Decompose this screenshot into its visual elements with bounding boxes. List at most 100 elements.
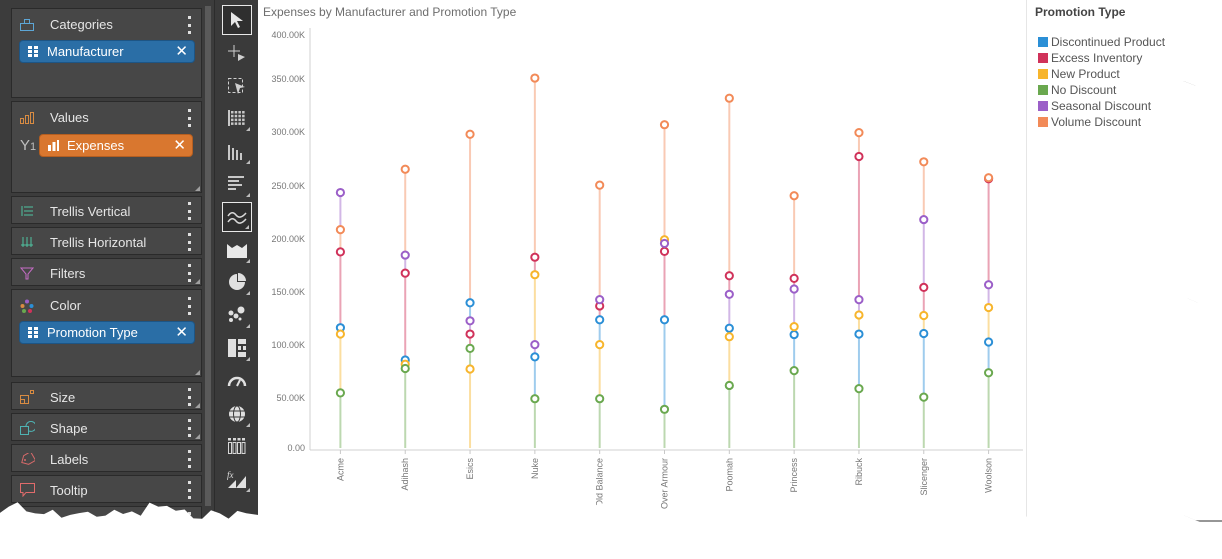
field-chip-expenses[interactable]: Expenses ✕ bbox=[39, 134, 193, 157]
data-point-no-discount[interactable] bbox=[595, 394, 605, 404]
field-chip-promotion-type[interactable]: Promotion Type ✕ bbox=[19, 321, 195, 344]
well-trellis-vertical[interactable]: Trellis Vertical bbox=[11, 196, 202, 224]
remove-field-icon[interactable]: ✕ bbox=[173, 137, 186, 154]
data-point-volume-discount[interactable] bbox=[400, 164, 410, 174]
data-point-excess-inventory[interactable] bbox=[789, 273, 799, 283]
more-options-icon[interactable] bbox=[186, 109, 192, 127]
data-point-volume-discount[interactable] bbox=[919, 157, 929, 167]
data-point-seasonal-discount[interactable] bbox=[335, 187, 346, 198]
data-point-excess-inventory[interactable] bbox=[919, 282, 929, 293]
data-point-no-discount[interactable] bbox=[530, 394, 540, 404]
data-point-volume-discount[interactable] bbox=[335, 225, 346, 235]
data-point-seasonal-discount[interactable] bbox=[724, 289, 734, 299]
treemap-chart-button[interactable] bbox=[222, 333, 252, 363]
fields-scrollbar-thumb[interactable] bbox=[205, 6, 211, 506]
remove-field-icon[interactable]: ✕ bbox=[175, 43, 188, 60]
select-button[interactable] bbox=[222, 5, 252, 35]
data-point-excess-inventory[interactable] bbox=[465, 329, 475, 339]
more-options-icon[interactable] bbox=[186, 419, 192, 437]
gauge-chart-button[interactable] bbox=[222, 366, 252, 396]
scatter-chart-button[interactable] bbox=[222, 300, 252, 330]
data-point-new-product[interactable] bbox=[983, 302, 994, 313]
data-point-excess-inventory[interactable] bbox=[724, 271, 734, 281]
data-point-no-discount[interactable] bbox=[854, 384, 864, 394]
legend-item-volume-discount[interactable]: Volume Discount bbox=[1038, 115, 1141, 129]
line-chart-button[interactable] bbox=[222, 201, 252, 232]
well-size[interactable]: Size bbox=[11, 382, 202, 410]
legend-item-excess-inventory[interactable]: Excess Inventory bbox=[1038, 51, 1142, 65]
resize-corner-icon[interactable] bbox=[195, 186, 200, 191]
data-point-seasonal-discount[interactable] bbox=[983, 280, 994, 290]
data-point-new-product[interactable] bbox=[465, 364, 475, 374]
well-trellis-horizontal[interactable]: Trellis Horizontal bbox=[11, 227, 202, 255]
resize-corner-icon[interactable] bbox=[195, 403, 200, 408]
more-options-icon[interactable] bbox=[186, 297, 192, 315]
resize-corner-icon[interactable] bbox=[195, 434, 200, 439]
data-point-volume-discount[interactable] bbox=[789, 191, 799, 201]
map-chart-button[interactable] bbox=[222, 399, 252, 429]
data-point-seasonal-discount[interactable] bbox=[919, 214, 929, 225]
data-point-no-discount[interactable] bbox=[919, 392, 929, 402]
data-point-new-product[interactable] bbox=[595, 340, 605, 350]
data-point-no-discount[interactable] bbox=[724, 380, 734, 391]
data-point-discontinued-product[interactable] bbox=[530, 352, 540, 362]
legend-item-new-product[interactable]: New Product bbox=[1038, 67, 1120, 81]
formula-chart-button[interactable]: fx bbox=[222, 464, 252, 494]
data-point-excess-inventory[interactable] bbox=[400, 268, 410, 278]
resize-corner-icon[interactable] bbox=[195, 279, 200, 284]
more-options-icon[interactable] bbox=[186, 481, 192, 499]
data-point-seasonal-discount[interactable] bbox=[789, 284, 799, 294]
data-point-excess-inventory[interactable] bbox=[530, 252, 540, 262]
data-point-volume-discount[interactable] bbox=[530, 73, 540, 83]
well-tooltip[interactable]: Tooltip bbox=[11, 475, 202, 503]
data-point-discontinued-product[interactable] bbox=[919, 328, 929, 339]
data-point-no-discount[interactable] bbox=[659, 404, 670, 414]
well-categories[interactable]: Categories Manufacturer ✕ bbox=[11, 8, 202, 98]
pie-chart-button[interactable] bbox=[222, 267, 252, 297]
data-point-no-discount[interactable] bbox=[465, 343, 475, 353]
data-point-excess-inventory[interactable] bbox=[854, 151, 864, 162]
more-options-icon[interactable] bbox=[186, 264, 192, 282]
legend-item-no-discount[interactable]: No Discount bbox=[1038, 83, 1116, 97]
more-options-icon[interactable] bbox=[186, 202, 192, 220]
data-point-seasonal-discount[interactable] bbox=[659, 238, 670, 249]
data-point-new-product[interactable] bbox=[919, 310, 929, 321]
data-point-discontinued-product[interactable] bbox=[983, 337, 994, 347]
resize-corner-icon[interactable] bbox=[195, 370, 200, 375]
data-point-no-discount[interactable] bbox=[335, 388, 346, 398]
data-point-seasonal-discount[interactable] bbox=[400, 250, 410, 260]
data-point-new-product[interactable] bbox=[854, 310, 864, 320]
bar-chart-button[interactable] bbox=[222, 169, 252, 199]
data-point-discontinued-product[interactable] bbox=[854, 329, 864, 339]
data-point-volume-discount[interactable] bbox=[659, 120, 670, 130]
data-point-volume-discount[interactable] bbox=[724, 93, 734, 103]
data-point-no-discount[interactable] bbox=[983, 368, 994, 378]
data-point-new-product[interactable] bbox=[530, 270, 540, 280]
well-values[interactable]: Values Y1 Expenses ✕ bbox=[11, 101, 202, 193]
well-filters[interactable]: Filters bbox=[11, 258, 202, 286]
more-options-icon[interactable] bbox=[186, 512, 192, 530]
area-chart-button[interactable] bbox=[222, 235, 252, 265]
data-point-no-discount[interactable] bbox=[789, 366, 799, 376]
data-point-no-discount[interactable] bbox=[400, 363, 410, 374]
data-point-volume-discount[interactable] bbox=[465, 129, 475, 139]
data-point-new-product[interactable] bbox=[724, 332, 734, 342]
field-chip-manufacturer[interactable]: Manufacturer ✕ bbox=[19, 40, 195, 63]
table-chart-button[interactable] bbox=[222, 103, 252, 133]
data-point-discontinued-product[interactable] bbox=[465, 298, 475, 308]
data-point-discontinued-product[interactable] bbox=[724, 323, 734, 333]
lasso-select-button[interactable] bbox=[222, 71, 252, 101]
data-point-discontinued-product[interactable] bbox=[789, 329, 799, 340]
well-labels[interactable]: Labels bbox=[11, 444, 202, 472]
data-point-seasonal-discount[interactable] bbox=[854, 295, 864, 305]
data-point-discontinued-product[interactable] bbox=[659, 315, 670, 325]
more-options-icon[interactable] bbox=[186, 16, 192, 34]
data-point-volume-discount[interactable] bbox=[854, 128, 864, 138]
well-color[interactable]: Color Promotion Type ✕ bbox=[11, 289, 202, 377]
more-options-icon[interactable] bbox=[186, 388, 192, 406]
more-options-icon[interactable] bbox=[186, 450, 192, 468]
data-point-seasonal-discount[interactable] bbox=[595, 295, 605, 305]
data-point-new-product[interactable] bbox=[789, 322, 799, 332]
data-point-seasonal-discount[interactable] bbox=[530, 340, 540, 350]
remove-field-icon[interactable]: ✕ bbox=[175, 324, 188, 341]
